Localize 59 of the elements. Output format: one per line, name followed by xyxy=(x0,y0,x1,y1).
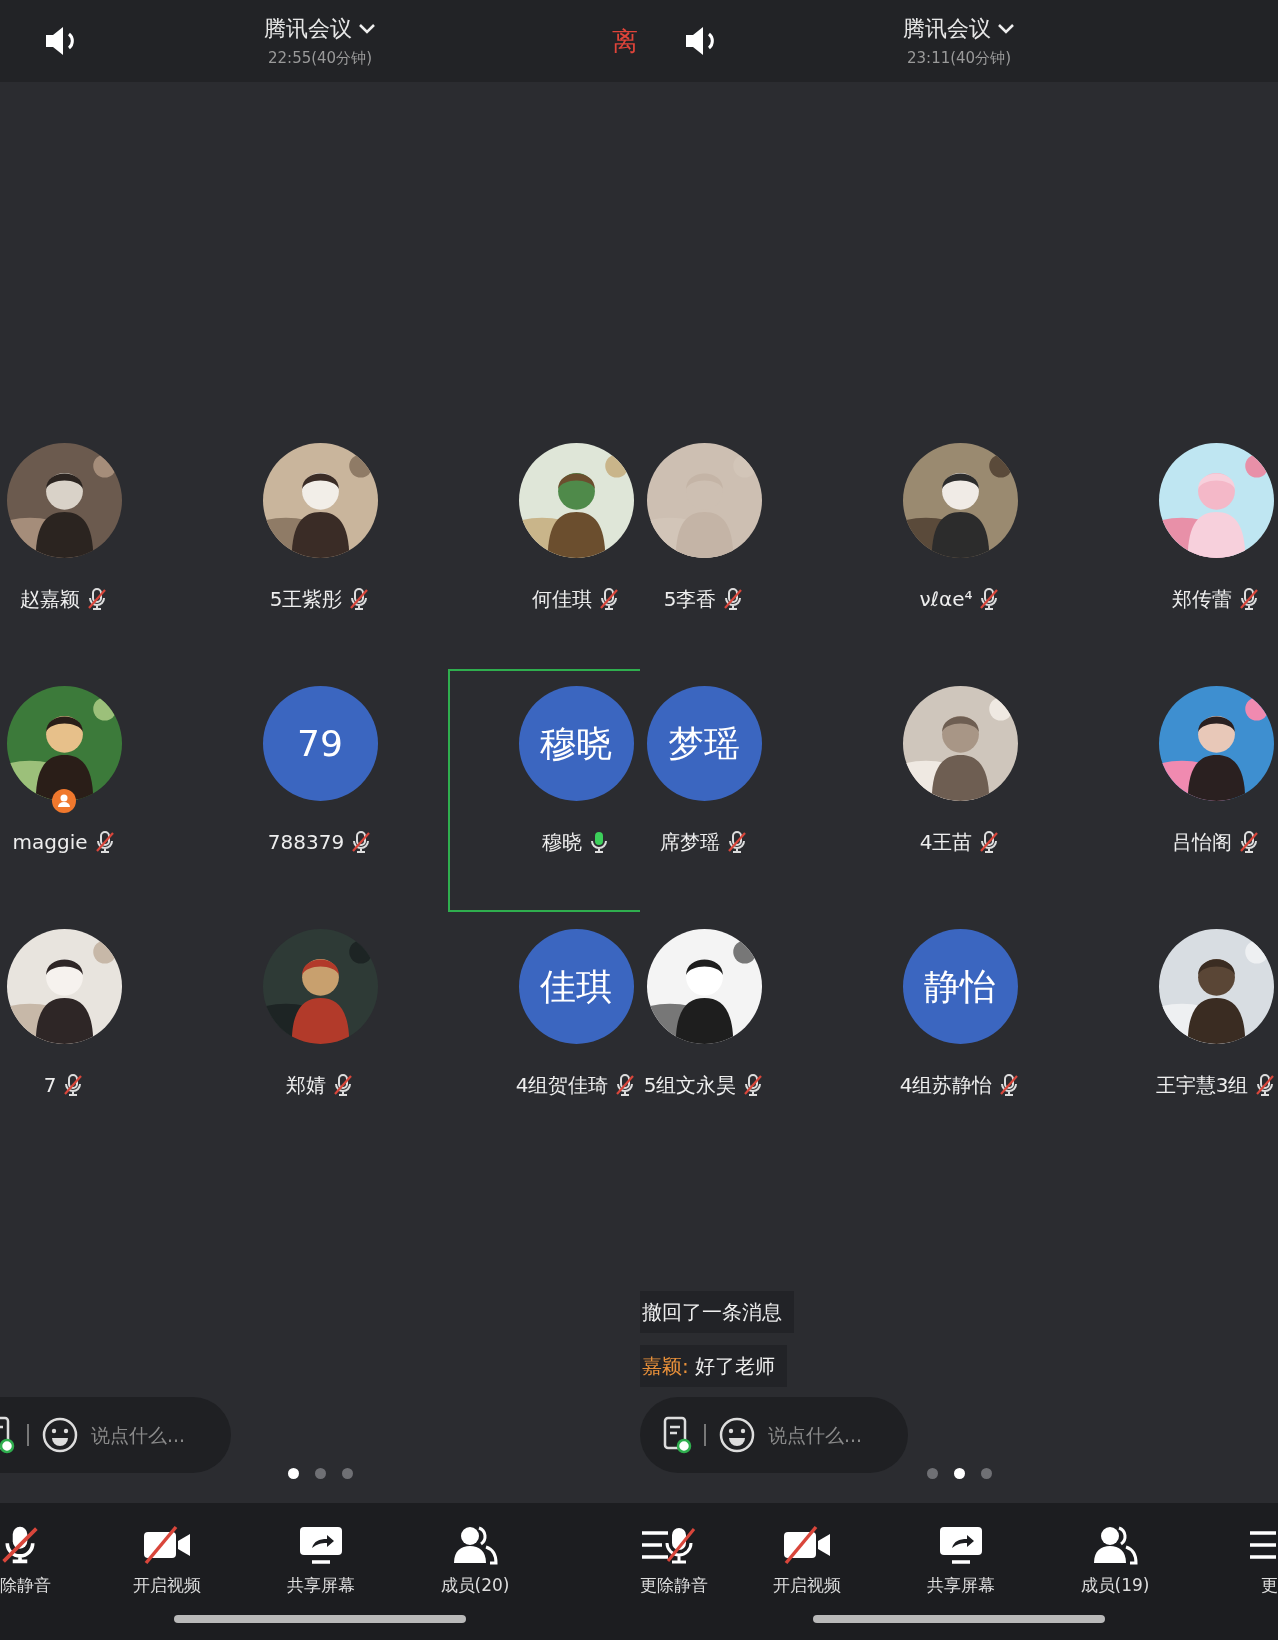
avatar: 79 xyxy=(262,686,378,801)
participant-name: 7 xyxy=(43,1072,57,1099)
chat-message: 嘉颖: 好了老师 xyxy=(640,1345,788,1387)
toolbar-button[interactable]: 共享屏幕 xyxy=(884,1525,1038,1615)
participant-name: 5李香 xyxy=(663,586,717,613)
participant-name: νℓαe⁴ xyxy=(919,586,973,613)
avatar: 静怡 xyxy=(902,929,1018,1044)
toolbar-button[interactable]: 成员(20) xyxy=(398,1525,552,1615)
video-off-icon xyxy=(782,1525,832,1565)
toolbar-button[interactable]: 开启视频 xyxy=(730,1525,884,1615)
participant-name: 4组贺佳琦 xyxy=(515,1072,609,1099)
leave-button[interactable]: 离 xyxy=(612,21,638,61)
emoji-icon[interactable] xyxy=(718,1416,756,1454)
participant-name: 4王苗 xyxy=(919,829,973,856)
participant-name: 赵嘉颖 xyxy=(20,586,80,613)
toolbar-button[interactable]: 开启视频 xyxy=(90,1525,244,1615)
avatar: 佳琪 xyxy=(518,929,634,1044)
page-dot[interactable] xyxy=(287,1468,299,1479)
page-dot[interactable] xyxy=(953,1468,965,1479)
people-icon xyxy=(1092,1525,1138,1565)
chat-message: 撤回了一条消息 xyxy=(640,1291,794,1333)
meeting-title[interactable]: 腾讯会议 xyxy=(903,12,991,46)
participant-name: 788379 xyxy=(267,829,345,856)
page-dot[interactable] xyxy=(980,1468,992,1479)
meeting-time: 22:55(40分钟) xyxy=(268,48,372,70)
toolbar-button[interactable]: 更除静音 xyxy=(640,1525,730,1615)
participant-name: 何佳琪 xyxy=(532,586,592,613)
meeting-title[interactable]: 腾讯会议 xyxy=(264,12,352,46)
share-screen-icon xyxy=(938,1525,984,1565)
page-dot[interactable] xyxy=(341,1468,353,1479)
participant-name: 吕怡阁 xyxy=(1172,829,1232,856)
toolbar-button[interactable]: 共享屏幕 xyxy=(244,1525,398,1615)
toolbar-button[interactable]: 更 xyxy=(1192,1525,1278,1615)
participant-name: 席梦瑶 xyxy=(660,829,720,856)
people-icon xyxy=(452,1525,498,1565)
message-input[interactable]: 说点什么... xyxy=(768,1420,888,1450)
page-dot[interactable] xyxy=(314,1468,326,1479)
meeting-time: 23:11(40分钟) xyxy=(907,48,1011,70)
mic-muted-icon xyxy=(0,1525,40,1565)
message-input[interactable]: 说点什么... xyxy=(91,1420,211,1450)
participant-name: 穆晓 xyxy=(542,829,582,856)
participant-name: maggie xyxy=(12,829,88,856)
share-screen-icon xyxy=(298,1525,344,1565)
chevron-down-icon[interactable] xyxy=(358,22,376,35)
participant-name: 王宇慧3组 xyxy=(1155,1072,1249,1099)
participant-name: 5王紫彤 xyxy=(269,586,343,613)
participant-name: 郑婧 xyxy=(286,1072,326,1099)
chevron-down-icon[interactable] xyxy=(997,22,1015,35)
participant-name: 5组文永昊 xyxy=(643,1072,737,1099)
video-off-icon xyxy=(142,1525,192,1565)
avatar: 穆晓 xyxy=(518,686,634,801)
emoji-icon[interactable] xyxy=(41,1416,79,1454)
page-dot[interactable] xyxy=(926,1468,938,1479)
avatar: 梦瑶 xyxy=(646,686,762,801)
toolbar-button[interactable]: 除静音 xyxy=(0,1525,90,1615)
toolbar-button[interactable]: 成员(19) xyxy=(1038,1525,1192,1615)
participant-name: 郑传蕾 xyxy=(1172,586,1232,613)
document-icon[interactable] xyxy=(662,1416,692,1454)
participant-name: 4组苏静怡 xyxy=(899,1072,993,1099)
